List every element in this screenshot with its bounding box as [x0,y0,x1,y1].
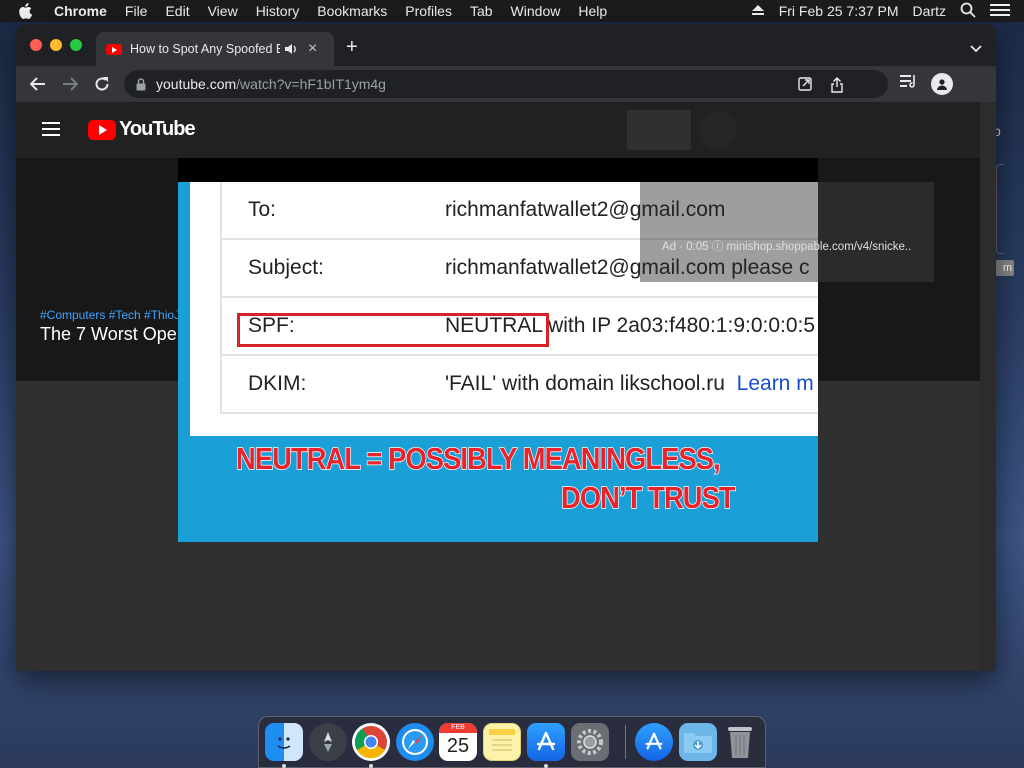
open-in-app-icon[interactable] [798,77,812,94]
tab-youtube-video[interactable]: How to Spot Any Spoofed Email × [96,32,334,66]
address-bar[interactable]: youtube.com/watch?v=hF1bIT1ym4g [124,70,888,98]
menu-profiles[interactable]: Profiles [405,3,452,19]
video-letterbox [178,158,818,182]
youtube-header: YouTube [16,102,980,158]
video-frame[interactable]: To: richmanfatwallet2@gmail.com Subject:… [178,158,818,542]
youtube-logo[interactable]: YouTube [88,118,196,141]
menu-bookmarks[interactable]: Bookmarks [317,3,387,19]
background-window-frame [996,164,1004,254]
browser-toolbar: youtube.com/watch?v=hF1bIT1ym4g [16,66,996,102]
fullscreen-window-button[interactable] [70,39,82,51]
menu-bar: Chrome File Edit View History Bookmarks … [0,0,1024,22]
system-preferences-icon[interactable] [571,723,609,761]
calendar-icon[interactable]: FEB 25 [439,723,477,761]
lock-icon[interactable] [136,77,146,91]
menu-help[interactable]: Help [578,3,607,19]
learn-more-link: Learn m [736,372,814,395]
email-value-text: 'FAIL' with domain likschool.ru [445,372,725,395]
app-store-running-indicator [544,764,548,768]
chrome-running-indicator [369,764,373,768]
forward-arrow-icon[interactable] [60,74,80,94]
finder-running-indicator [282,764,286,768]
menubar-clock[interactable]: Fri Feb 25 7:37 PM [779,3,899,19]
notes-icon[interactable] [483,723,521,761]
video-caption-line-2: DON’T TRUST [560,479,736,516]
menu-edit[interactable]: Edit [165,3,189,19]
page-scrollbar[interactable] [980,102,996,671]
email-label: DKIM: [248,372,307,395]
tab-strip: How to Spot Any Spoofed Email × + [16,24,996,66]
app-store-icon[interactable] [527,723,565,761]
audio-playing-icon[interactable] [284,43,298,55]
url-host: youtube.com [156,76,237,92]
minimize-window-button[interactable] [50,39,62,51]
back-arrow-icon[interactable] [28,74,48,94]
safari-icon[interactable] [396,723,434,761]
app-store-downloads-icon[interactable] [635,723,673,761]
url-path: /watch?v=hF1bIT1ym4g [236,76,386,92]
close-window-button[interactable] [30,39,42,51]
menu-view[interactable]: View [208,3,238,19]
close-tab-icon[interactable]: × [308,41,317,57]
tab-search-chevron-icon[interactable] [970,40,982,58]
guide-menu-icon[interactable] [42,122,60,136]
control-center-icon[interactable] [990,3,1010,20]
tab-title: How to Spot Any Spoofed Email [130,42,280,56]
dock-separator [625,725,626,759]
calendar-month: FEB [439,723,477,733]
new-tab-button[interactable]: + [346,37,358,57]
menu-app-name[interactable]: Chrome [54,3,107,19]
menu-tab[interactable]: Tab [470,3,493,19]
calendar-day: 25 [446,735,470,757]
background-window-badge: m [994,260,1014,276]
search-placeholder[interactable] [627,110,691,150]
menu-window[interactable]: Window [511,3,561,19]
chrome-icon[interactable] [352,723,390,761]
video-hashtags[interactable]: #Computers #Tech #ThioJoe [40,308,193,322]
email-label: Subject: [248,256,324,279]
share-icon[interactable] [830,77,844,96]
dock: FEB 25 [258,716,766,768]
avatar-placeholder[interactable] [699,111,737,149]
apple-icon[interactable] [18,3,40,19]
profile-avatar-icon[interactable] [931,73,953,95]
menu-file[interactable]: File [125,3,148,19]
email-label: To: [248,198,277,221]
video-caption-line-1: NEUTRAL = POSSIBLY MEANINGLESS, [235,440,721,477]
launchpad-icon[interactable] [309,723,347,761]
downloads-folder-icon[interactable] [679,723,717,761]
youtube-favicon-icon [106,43,122,55]
finder-icon[interactable] [265,723,303,761]
email-value: 'FAIL' with domain likschool.ru Learn m [445,372,814,396]
trash-icon[interactable] [721,723,759,761]
ad-overlay-extension [818,182,934,282]
email-row-dkim: DKIM: 'FAIL' with domain likschool.ru Le… [222,356,818,414]
ad-overlay[interactable] [640,182,818,282]
spf-highlight-box [237,313,549,347]
menu-history[interactable]: History [256,3,300,19]
eject-icon[interactable] [751,3,765,19]
reload-icon[interactable] [92,74,112,94]
menubar-user[interactable]: Dartz [913,3,946,19]
ad-badge-text[interactable]: Ad · 0:05 ⓘ minishop.shoppable.com/v4/sn… [662,238,911,254]
spotlight-search-icon[interactable] [960,2,976,21]
youtube-wordmark: YouTube [119,118,196,140]
youtube-play-logo-icon [88,119,116,140]
media-queue-icon[interactable] [900,74,918,88]
